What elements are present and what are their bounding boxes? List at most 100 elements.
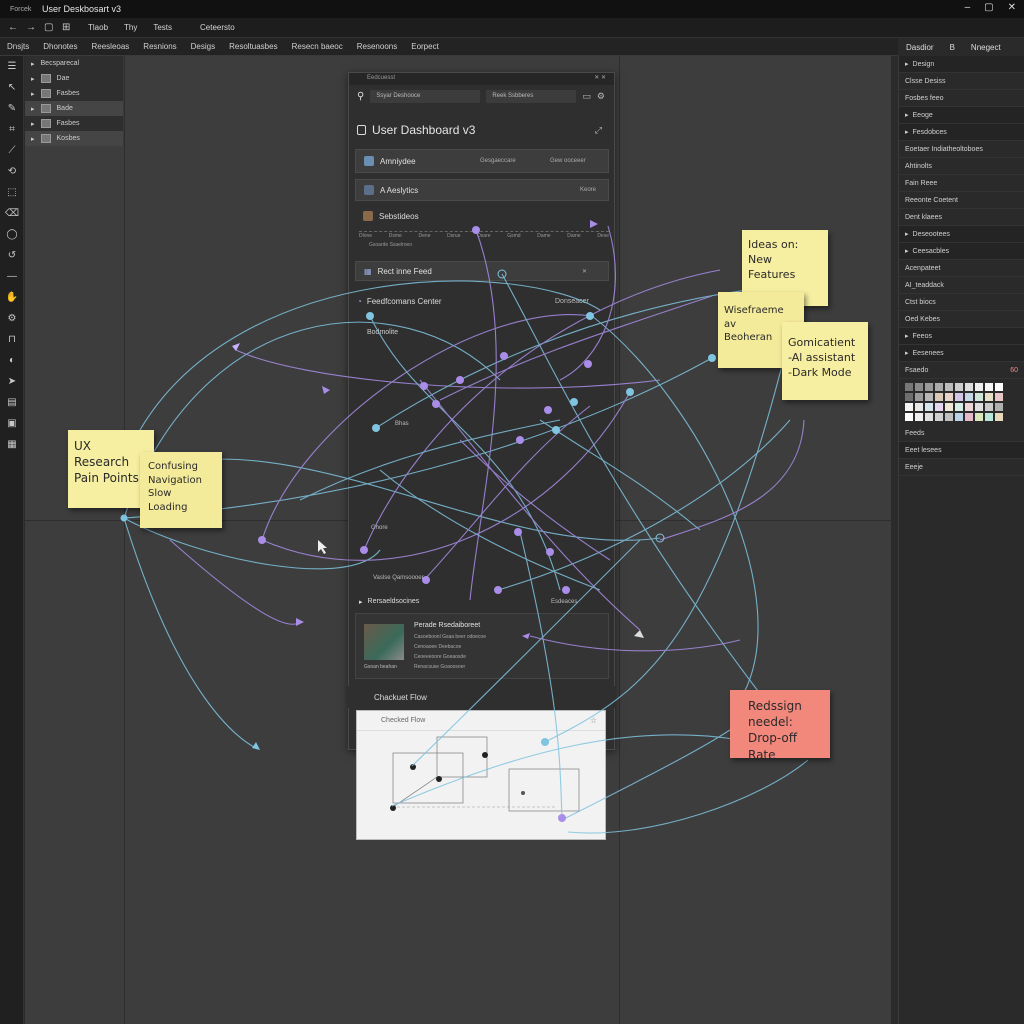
- tab[interactable]: Eorpect: [404, 42, 446, 51]
- frame-tool-icon[interactable]: ▣: [0, 413, 24, 434]
- color-swatch[interactable]: [975, 383, 983, 391]
- color-swatch[interactable]: [905, 393, 913, 401]
- cursor-icon[interactable]: ➤: [0, 371, 24, 392]
- image-icon[interactable]: ▦: [0, 434, 24, 455]
- circle-icon[interactable]: ◯: [0, 224, 24, 245]
- color-swatch[interactable]: [965, 383, 973, 391]
- color-swatch[interactable]: [975, 413, 983, 421]
- panel-section[interactable]: ▸ Design: [899, 56, 1024, 73]
- color-swatch[interactable]: [975, 403, 983, 411]
- sticky-note-redesign[interactable]: Redssign needel: Drop-off Rate: [730, 690, 830, 762]
- color-swatch[interactable]: [945, 393, 953, 401]
- color-swatch[interactable]: [985, 413, 993, 421]
- layer-row[interactable]: ▸ Fasbes: [25, 116, 123, 131]
- color-swatch[interactable]: [985, 393, 993, 401]
- color-swatch[interactable]: [925, 383, 933, 391]
- layer-row-selected[interactable]: ▸ Bade: [25, 101, 123, 116]
- panel-section[interactable]: ▸ Feeos: [899, 328, 1024, 345]
- layers-icon[interactable]: ▤: [0, 392, 24, 413]
- color-swatch[interactable]: [985, 383, 993, 391]
- tab[interactable]: Dhonotes: [36, 42, 84, 51]
- color-swatch[interactable]: [905, 403, 913, 411]
- color-swatch[interactable]: [955, 413, 963, 421]
- search-input[interactable]: Ssyar Deshooce: [370, 89, 481, 103]
- expand-icon[interactable]: ▸: [31, 75, 35, 83]
- tab[interactable]: Desigs: [184, 42, 222, 51]
- layer-row[interactable]: ▸ Dae: [25, 71, 123, 86]
- menu-item[interactable]: Tests: [153, 23, 172, 32]
- color-swatch[interactable]: [965, 413, 973, 421]
- color-swatch[interactable]: [995, 383, 1003, 391]
- expand-icon[interactable]: ▸: [31, 90, 35, 98]
- settings-icon[interactable]: ⚙: [597, 91, 605, 102]
- color-swatch[interactable]: [985, 403, 993, 411]
- menu-item[interactable]: Ceteersto: [200, 23, 235, 32]
- panel-section[interactable]: Eeet lesees: [899, 442, 1024, 459]
- panel-item[interactable]: Oed Kebes: [899, 311, 1024, 328]
- color-swatch[interactable]: [935, 383, 943, 391]
- tab[interactable]: Resecn baeoc: [285, 42, 350, 51]
- color-swatch[interactable]: [995, 403, 1003, 411]
- expand-icon[interactable]: ▸: [31, 60, 35, 68]
- panel-item[interactable]: Ahtinolts: [899, 158, 1024, 175]
- tab[interactable]: Resnions: [136, 42, 183, 51]
- bucket-icon[interactable]: ◐: [0, 350, 24, 371]
- color-swatch[interactable]: [925, 393, 933, 401]
- analytics-card[interactable]: A Aeslytics Keore: [355, 179, 609, 201]
- select-icon[interactable]: ↖: [0, 77, 24, 98]
- color-swatch[interactable]: [945, 413, 953, 421]
- tab[interactable]: Dnsjts: [0, 42, 36, 51]
- rotate-icon[interactable]: ↺: [0, 245, 24, 266]
- grid-icon[interactable]: ⊞: [62, 22, 72, 33]
- color-swatch[interactable]: [975, 393, 983, 401]
- color-swatch[interactable]: [915, 393, 923, 401]
- dashboard-frame[interactable]: Eedcuesst ✕ ✕ ⚲ Ssyar Deshooce Reek Ssbbe…: [348, 72, 615, 750]
- analytics-card[interactable]: Amniydee Gesgaeccare Gew ooceeer: [355, 149, 609, 173]
- expand-icon[interactable]: ▸: [31, 120, 35, 128]
- right-tab[interactable]: Dasdior: [898, 43, 942, 52]
- color-swatch[interactable]: [935, 393, 943, 401]
- color-swatch[interactable]: [915, 413, 923, 421]
- color-swatch[interactable]: [935, 413, 943, 421]
- transform-icon[interactable]: ⟲: [0, 161, 24, 182]
- color-swatch[interactable]: [955, 403, 963, 411]
- color-swatch[interactable]: [945, 383, 953, 391]
- panel-item[interactable]: Feeds: [899, 425, 1024, 442]
- recommendation-card[interactable]: Perade Rsedaiboreet Casoeboonl Gsaa beer…: [355, 613, 609, 679]
- panel-item[interactable]: Acenpateet: [899, 260, 1024, 277]
- tab[interactable]: Resoltuasbes: [222, 42, 284, 51]
- color-swatch[interactable]: [915, 403, 923, 411]
- panel-item[interactable]: Ctst biocs: [899, 294, 1024, 311]
- expand-icon[interactable]: ▸: [31, 105, 35, 113]
- brush-icon[interactable]: ⟋: [0, 140, 24, 161]
- eraser-icon[interactable]: ⌫: [0, 203, 24, 224]
- right-tab[interactable]: Nnegect: [963, 43, 1009, 52]
- notification-center[interactable]: ◔ Feedfcomans Center: [357, 297, 442, 306]
- minimize-button[interactable]: –: [965, 2, 971, 13]
- panel-item[interactable]: Dent klaees: [899, 209, 1024, 226]
- expand-icon[interactable]: ▸: [31, 135, 35, 143]
- color-swatch[interactable]: [935, 403, 943, 411]
- layer-row[interactable]: ▸ Fasbes: [25, 86, 123, 101]
- tab[interactable]: Reesleoas: [84, 42, 136, 51]
- line-icon[interactable]: —: [0, 266, 24, 287]
- hand-icon[interactable]: ✋: [0, 287, 24, 308]
- settings-icon[interactable]: ⚙: [0, 308, 24, 329]
- pen-icon[interactable]: ✎: [0, 98, 24, 119]
- close-button[interactable]: ✕: [1008, 2, 1016, 13]
- menu-icon[interactable]: ☰: [0, 56, 24, 77]
- panel-section[interactable]: ▸ Fesdobces: [899, 124, 1024, 141]
- search-input[interactable]: Reek Ssbberes: [486, 89, 577, 103]
- shape-icon[interactable]: ⬚: [0, 182, 24, 203]
- panel-item[interactable]: Reeonte Coetent: [899, 192, 1024, 209]
- close-icon[interactable]: ✕ ✕: [594, 74, 606, 81]
- crop-icon[interactable]: ⌗: [0, 119, 24, 140]
- forward-arrow-icon[interactable]: →: [26, 22, 36, 33]
- checkout-flow-header[interactable]: Chackuet Flow: [348, 686, 615, 708]
- panel-section[interactable]: ▸ Deseootees: [899, 226, 1024, 243]
- color-swatch[interactable]: [995, 393, 1003, 401]
- color-swatch[interactable]: [965, 403, 973, 411]
- panel-section[interactable]: ▸ Eesenees: [899, 345, 1024, 362]
- color-swatch[interactable]: [925, 403, 933, 411]
- layer-row[interactable]: ▸ Becsparecal: [25, 56, 123, 71]
